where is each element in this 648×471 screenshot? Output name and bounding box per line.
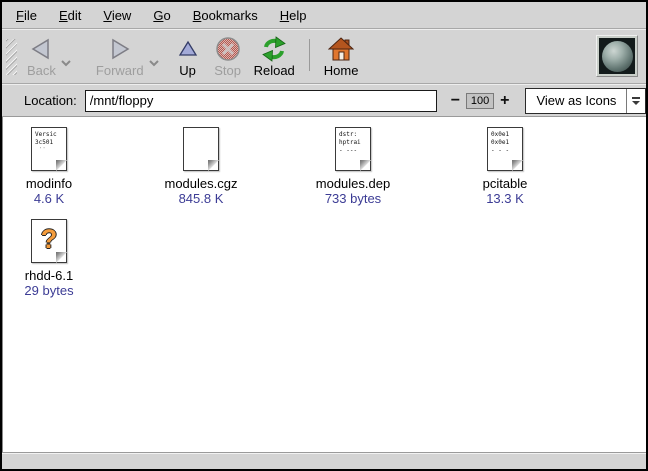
file-size: 29 bytes [24, 283, 73, 299]
up-label: Up [179, 63, 196, 79]
page-fold-icon [208, 160, 219, 171]
location-input[interactable] [85, 90, 437, 112]
file-item-pcitable[interactable]: 0x0e10x0e1- - - pcitable 13.3 K [465, 127, 545, 207]
file-size: 4.6 K [34, 191, 64, 207]
page-fold-icon [512, 160, 523, 171]
location-bar: Location: − 100 + View as Icons [2, 84, 646, 117]
dropdown-arrow-icon [626, 89, 645, 113]
file-item-rhdd[interactable]: ? rhdd-6.1 29 bytes [9, 219, 89, 299]
file-name: pcitable [483, 176, 528, 191]
throbber-sphere-icon [602, 41, 633, 72]
file-size: 733 bytes [325, 191, 381, 207]
stop-icon [215, 35, 241, 63]
menu-file[interactable]: File [5, 4, 48, 27]
page-fold-icon [56, 160, 67, 171]
reload-button[interactable]: Reload [248, 33, 301, 81]
home-button[interactable]: Home [318, 33, 365, 81]
zoom-out-button[interactable]: − [447, 93, 464, 109]
location-label: Location: [24, 93, 77, 108]
status-bar [2, 452, 646, 469]
text-file-icon: Versic3c501 ˙˙ [31, 127, 67, 171]
back-arrow-icon [29, 35, 53, 63]
view-mode-label: View as Icons [526, 93, 626, 108]
file-name: rhdd-6.1 [25, 268, 73, 283]
forward-arrow-icon [108, 35, 132, 63]
file-name: modules.cgz [165, 176, 238, 191]
file-name: modinfo [26, 176, 72, 191]
up-button[interactable]: Up [168, 33, 208, 81]
file-item-modules-dep[interactable]: dstr: hptrai- --- modules.dep 733 bytes [313, 127, 393, 207]
reload-icon [260, 35, 288, 63]
back-button[interactable]: Back [21, 33, 62, 81]
stop-label: Stop [214, 63, 241, 79]
file-manager-window: File Edit View Go Bookmarks Help Back [0, 0, 648, 471]
file-item-modules-cgz[interactable]: modules.cgz 845.8 K [161, 127, 241, 207]
unknown-file-icon: ? [31, 219, 67, 263]
forward-button[interactable]: Forward [90, 33, 150, 81]
stop-button[interactable]: Stop [208, 33, 248, 81]
toolbar-separator [309, 39, 310, 71]
file-size: 845.8 K [179, 191, 224, 207]
throbber [596, 35, 638, 77]
blank-file-icon [183, 127, 219, 171]
throbber-frame [599, 38, 635, 74]
file-item-modinfo[interactable]: Versic3c501 ˙˙ modinfo 4.6 K [9, 127, 89, 207]
menu-go[interactable]: Go [142, 4, 181, 27]
page-fold-icon [360, 160, 371, 171]
icon-view: Versic3c501 ˙˙ modinfo 4.6 K modules.cgz… [2, 117, 646, 452]
back-label: Back [27, 63, 56, 79]
back-history-chevron-icon[interactable] [60, 55, 72, 73]
zoom-in-button[interactable]: + [496, 93, 513, 109]
toolbar-drag-handle[interactable] [6, 39, 17, 75]
menu-help[interactable]: Help [269, 4, 318, 27]
file-name: modules.dep [316, 176, 390, 191]
home-icon [328, 35, 354, 63]
reload-label: Reload [254, 63, 295, 79]
up-arrow-icon [177, 35, 199, 63]
zoom-level-indicator[interactable]: 100 [466, 93, 494, 109]
menu-bookmarks[interactable]: Bookmarks [182, 4, 269, 27]
home-label: Home [324, 63, 359, 79]
toolbar: Back Forward Up [2, 29, 646, 84]
menu-edit[interactable]: Edit [48, 4, 92, 27]
text-file-icon: dstr: hptrai- --- [335, 127, 371, 171]
menu-view[interactable]: View [92, 4, 142, 27]
forward-label: Forward [96, 63, 144, 79]
menubar: File Edit View Go Bookmarks Help [2, 2, 646, 29]
file-size: 13.3 K [486, 191, 524, 207]
view-mode-dropdown[interactable]: View as Icons [525, 88, 646, 114]
text-file-icon: 0x0e10x0e1- - - [487, 127, 523, 171]
forward-history-chevron-icon[interactable] [148, 55, 160, 73]
